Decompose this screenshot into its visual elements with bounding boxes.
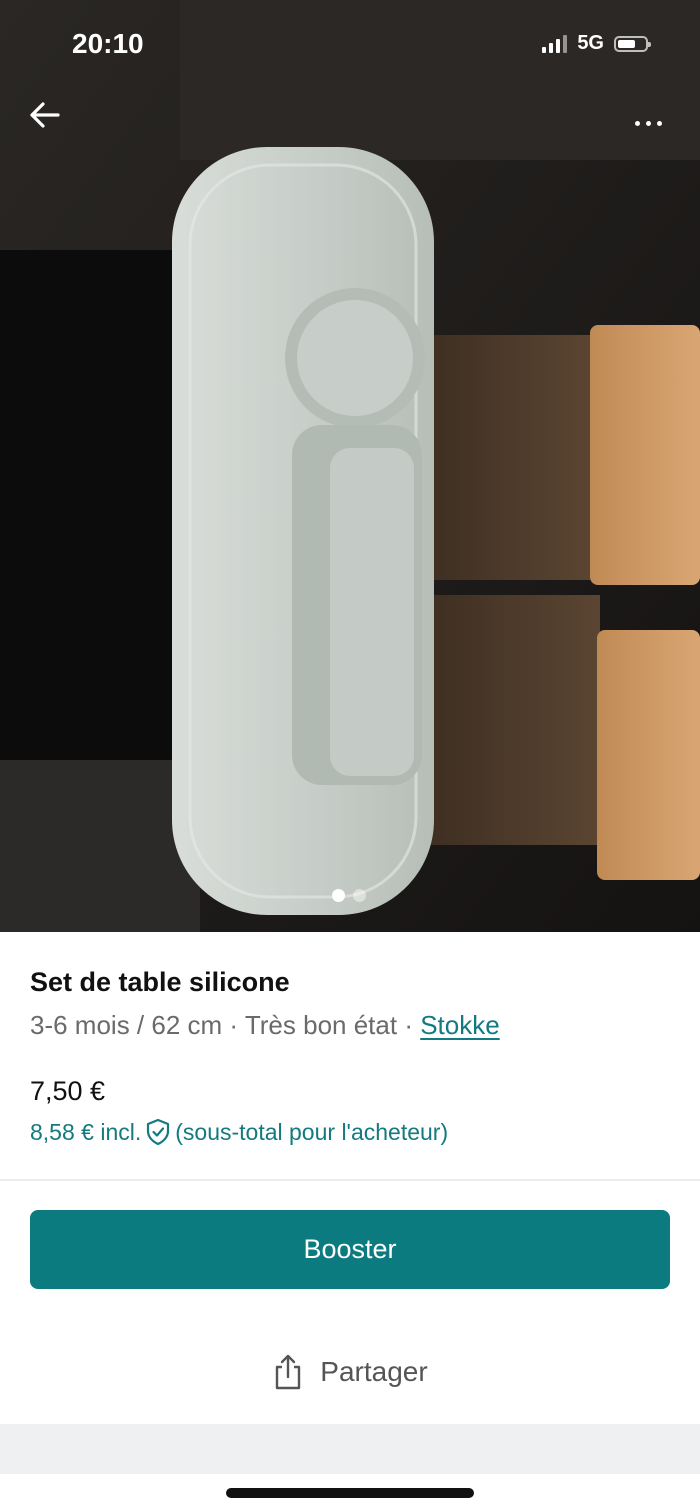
buyer-price-note: (sous-total pour l'acheteur) bbox=[175, 1118, 449, 1145]
listing-size: 3-6 mois / 62 cm bbox=[30, 1010, 223, 1040]
listing-title: Set de table silicone bbox=[30, 967, 290, 997]
arrow-left-icon bbox=[30, 102, 60, 128]
listing-info: Set de table silicone 3-6 mois / 62 cm ·… bbox=[30, 962, 670, 1046]
buyer-price[interactable]: 8,58 € incl. (sous-total pour l'acheteur… bbox=[30, 1118, 448, 1146]
share-button[interactable]: Partager bbox=[0, 1344, 700, 1400]
listing-condition: Très bon état bbox=[244, 1010, 398, 1040]
status-indicators: 5G bbox=[542, 32, 651, 55]
meta-separator: · bbox=[229, 1010, 239, 1040]
signal-icon bbox=[542, 34, 568, 53]
network-type: 5G bbox=[577, 32, 604, 54]
gallery-dot-active[interactable] bbox=[332, 889, 345, 902]
status-time: 20:10 bbox=[72, 28, 144, 59]
listing-meta: 3-6 mois / 62 cm · Très bon état · Stokk… bbox=[30, 1004, 670, 1046]
listing-price: 7,50 € bbox=[30, 1076, 106, 1106]
product-photo-image bbox=[0, 0, 700, 932]
back-button[interactable] bbox=[30, 102, 70, 142]
more-options-button[interactable] bbox=[624, 106, 672, 140]
gallery-pagination bbox=[332, 889, 366, 902]
battery-icon bbox=[614, 35, 651, 52]
more-dots-icon bbox=[634, 120, 640, 126]
home-indicator[interactable] bbox=[226, 1488, 474, 1498]
bottom-band bbox=[0, 1424, 700, 1474]
share-icon bbox=[276, 1354, 301, 1390]
brand-link[interactable]: Stokke bbox=[420, 1010, 500, 1040]
section-divider bbox=[0, 1179, 700, 1181]
buyer-price-value: 8,58 € incl. bbox=[30, 1118, 142, 1145]
shield-check-icon bbox=[147, 1118, 170, 1146]
booster-button[interactable]: Booster bbox=[30, 1210, 670, 1289]
product-photo[interactable]: 20:10 5G bbox=[0, 0, 700, 932]
gallery-dot[interactable] bbox=[353, 889, 366, 902]
share-label: Partager bbox=[320, 1356, 428, 1387]
meta-separator: · bbox=[404, 1010, 413, 1040]
